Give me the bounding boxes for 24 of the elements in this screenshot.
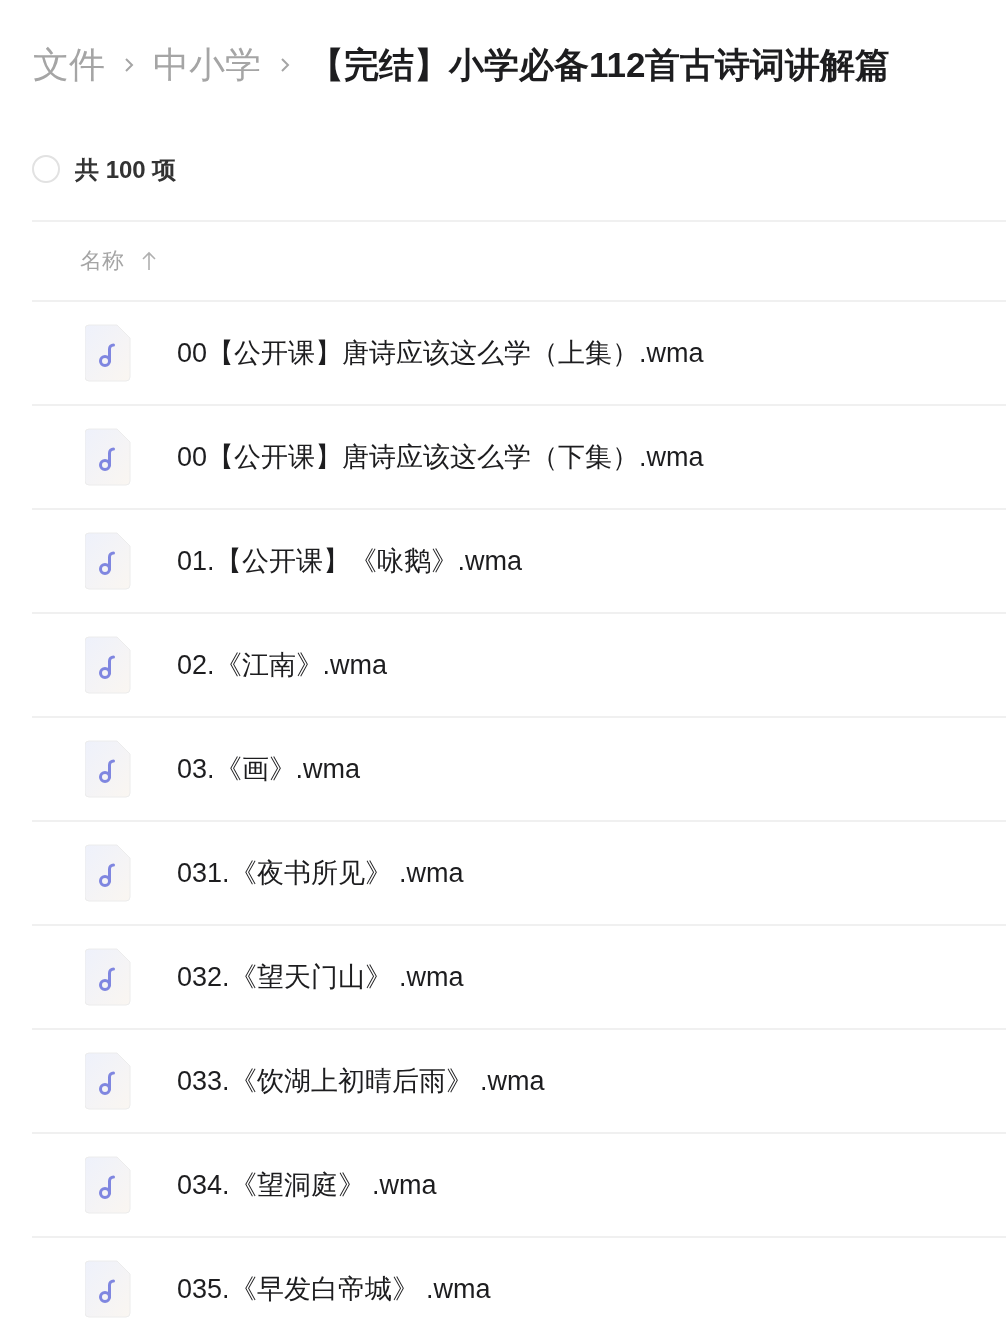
select-all-checkbox[interactable] [32,155,60,183]
audio-file-icon [85,740,131,798]
audio-file-icon [85,1052,131,1110]
file-name[interactable]: 031.《夜书所见》 .wma [177,855,464,891]
audio-file-icon [85,428,131,486]
file-name[interactable]: 03.《画》.wma [177,751,361,787]
audio-file-icon [85,948,131,1006]
audio-file-icon [85,532,131,590]
file-name[interactable]: 02.《江南》.wma [177,647,388,683]
file-name[interactable]: 032.《望天门山》 .wma [177,959,464,995]
audio-file-icon [85,844,131,902]
audio-file-icon [85,324,131,382]
audio-file-icon [85,1156,131,1214]
audio-file-icon [85,636,131,694]
file-name[interactable]: 033.《饮湖上初晴后雨》 .wma [177,1063,545,1099]
file-name[interactable]: 00【公开课】唐诗应该这么学（上集）.wma [177,335,704,371]
item-count: 共 100 项 [75,155,177,185]
sort-arrow-icon[interactable] [140,250,158,272]
file-name[interactable]: 034.《望洞庭》 .wma [177,1167,437,1203]
file-name[interactable]: 00【公开课】唐诗应该这么学（下集）.wma [177,439,704,475]
file-name[interactable]: 035.《早发白帝城》 .wma [177,1271,491,1307]
file-name[interactable]: 01.【公开课】《咏鹅》.wma [177,543,523,579]
current-folder-title: 【完结】小学必备112首古诗词讲解篇 [309,43,891,86]
audio-file-icon [85,1260,131,1318]
